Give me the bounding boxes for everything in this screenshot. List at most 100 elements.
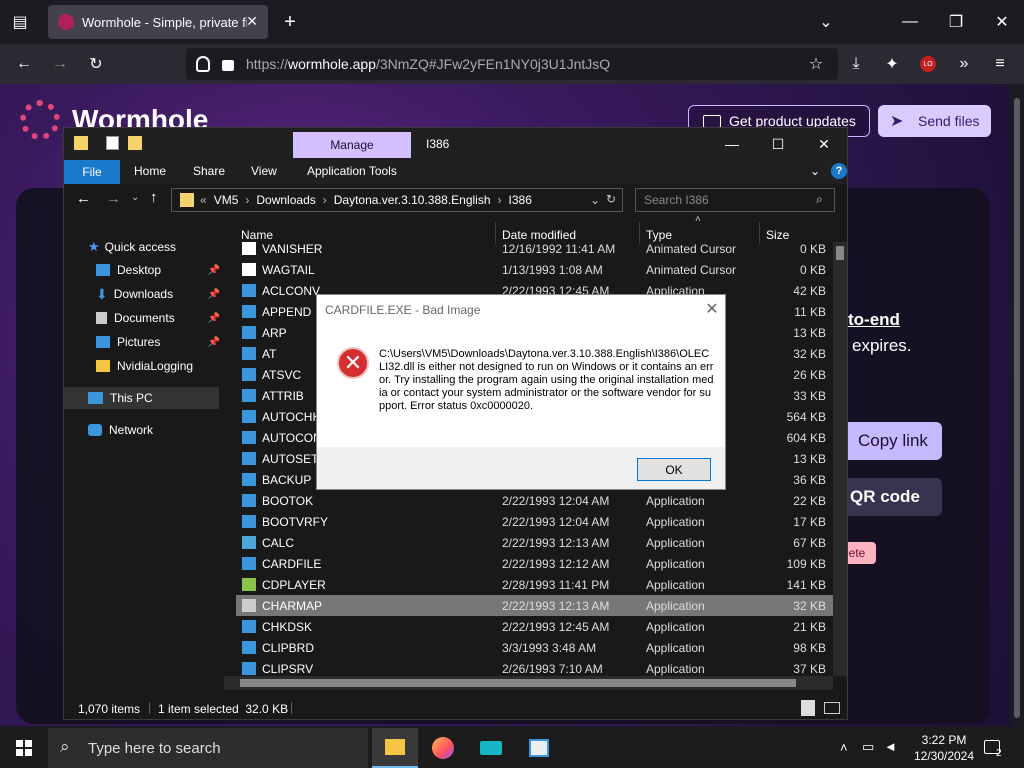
extensions-icon[interactable]: ✦	[878, 50, 906, 78]
charmap-icon	[242, 599, 256, 612]
nav-nvidialogging[interactable]: NvidiaLogging	[96, 355, 224, 377]
file-row[interactable]: BOOTOK 2/22/1993 12:04 AM Application 22 KB	[236, 490, 834, 511]
up-folder-icon[interactable]: ↑	[150, 189, 158, 206]
app-icon	[242, 431, 256, 444]
ribbon-tab-share[interactable]: Share	[193, 164, 225, 178]
back-icon[interactable]: ←	[10, 50, 38, 78]
new-tab-icon[interactable]: +	[276, 8, 304, 36]
app-menu-icon[interactable]: ≡	[986, 50, 1014, 78]
delete-button[interactable]: lete	[846, 542, 876, 564]
end-to-end-link[interactable]: to-end	[848, 310, 900, 330]
file-name: ATTRIB	[262, 389, 304, 403]
notifications-icon[interactable]: 2	[984, 736, 1008, 760]
large-icons-view-icon[interactable]	[824, 702, 840, 714]
qr-code-button[interactable]: QR code	[848, 478, 942, 516]
ribbon-tab-view[interactable]: View	[251, 164, 277, 178]
tray-show-hidden-icon[interactable]: ˄	[840, 740, 848, 755]
ok-button[interactable]: OK	[637, 458, 711, 481]
ribbon-tab-home[interactable]: Home	[134, 164, 166, 178]
file-row[interactable]: CHKDSK 2/22/1993 12:45 AM Application 21 KB	[236, 616, 834, 637]
browser-tab-active[interactable]: Wormhole - Simple, private file ✕	[48, 5, 268, 39]
tracking-protection-shield-icon[interactable]	[196, 56, 210, 72]
taskbar-app-cardfile[interactable]	[516, 728, 562, 768]
file-row[interactable]: CDPLAYER 2/28/1993 11:41 PM Application 141…	[236, 574, 834, 595]
recent-locations-chevron-icon[interactable]: ⌄	[131, 192, 139, 203]
tab-close-icon[interactable]: ✕	[246, 13, 258, 30]
breadcrumb-daytona[interactable]: Daytona.ver.3.10.388.English	[334, 193, 491, 207]
address-dropdown-icon[interactable]: ⌄	[590, 193, 600, 207]
lock-icon[interactable]	[222, 60, 234, 71]
dialog-close-icon[interactable]: ✕	[701, 299, 723, 319]
address-bar[interactable]: « VM5 › Downloads › Daytona.ver.3.10.388.E…	[171, 188, 623, 212]
explorer-maximize-icon[interactable]: ☐	[763, 134, 793, 154]
breadcrumb-overflow[interactable]: «	[200, 193, 207, 207]
explorer-forward-icon[interactable]: →	[106, 190, 121, 207]
ribbon-tab-application-tools[interactable]: Application Tools	[307, 164, 397, 178]
nav-quick-access[interactable]: ★ Quick access	[88, 236, 224, 258]
details-view-icon[interactable]	[801, 700, 815, 716]
bookmark-star-icon[interactable]: ☆	[802, 50, 830, 78]
nav-downloads[interactable]: ⬇ Downloads 📌	[96, 283, 224, 305]
desktop-icon	[96, 264, 110, 276]
close-window-icon[interactable]: ✕	[988, 8, 1016, 36]
send-files-label: Send files	[918, 113, 980, 129]
app-icon	[242, 368, 256, 381]
breadcrumb-downloads[interactable]: Downloads	[256, 193, 315, 207]
file-size: 604 KB	[786, 431, 826, 445]
explorer-search-input[interactable]: Search I386	[635, 188, 835, 212]
reload-icon[interactable]: ↻	[82, 50, 110, 78]
tab-title: Wormhole - Simple, private file	[82, 14, 247, 30]
breadcrumb-i386[interactable]: I386	[509, 193, 532, 207]
file-name: CDPLAYER	[262, 578, 326, 592]
page-scrollbar[interactable]	[1010, 84, 1024, 726]
help-icon[interactable]: ?	[831, 163, 847, 179]
tab-overflow-chevron-icon[interactable]: ⌄	[812, 8, 840, 36]
file-list-vertical-scrollbar[interactable]	[833, 242, 847, 676]
explorer-back-icon[interactable]: ←	[76, 190, 91, 207]
taskbar-search-box[interactable]: ⌕ Type here to search	[48, 728, 368, 768]
file-row[interactable]: CALC 2/22/1993 12:13 AM Application 67 KB	[236, 532, 834, 553]
taskbar-firefox[interactable]	[420, 728, 466, 768]
tab-list-icon[interactable]: ▤	[6, 8, 34, 36]
copy-link-button[interactable]: Copy link	[848, 422, 942, 460]
start-button[interactable]	[0, 728, 48, 768]
forward-icon[interactable]: →	[46, 50, 74, 78]
network-status-icon[interactable]: ▭	[862, 739, 874, 755]
ribbon-tab-file[interactable]: File	[64, 160, 120, 184]
nav-desktop[interactable]: Desktop 📌	[96, 259, 224, 281]
send-files-button[interactable]: ➤ Send files	[878, 105, 991, 137]
nav-documents[interactable]: Documents 📌	[96, 307, 224, 329]
pin-icon: 📌	[207, 312, 220, 324]
taskbar-app-keyboard[interactable]	[468, 728, 514, 768]
explorer-minimize-icon[interactable]: —	[717, 134, 747, 154]
address-refresh-icon[interactable]: ↻	[606, 192, 616, 206]
nav-pictures[interactable]: Pictures 📌	[96, 331, 224, 353]
nav-this-pc[interactable]: This PC	[64, 387, 219, 409]
explorer-close-icon[interactable]: ✕	[809, 134, 839, 154]
more-tools-icon[interactable]: »	[950, 50, 978, 78]
file-list-horizontal-scrollbar[interactable]	[224, 676, 833, 690]
downloads-icon[interactable]: ⤓	[842, 50, 870, 78]
file-row[interactable]: VANISHER 12/16/1992 11:41 AM Animated Curs…	[236, 238, 834, 259]
file-row[interactable]: CHARMAP 2/22/1993 12:13 AM Application 32 K…	[236, 595, 834, 616]
taskbar-file-explorer[interactable]	[372, 728, 418, 768]
ribbon-expand-chevron-icon[interactable]: ⌄	[810, 164, 820, 178]
properties-icon[interactable]	[106, 136, 119, 150]
explorer-search-icon[interactable]: ⌕	[816, 192, 823, 207]
new-folder-icon[interactable]	[128, 136, 142, 150]
file-row[interactable]: CLIPBRD 3/3/1993 3:48 AM Application 98 KB	[236, 637, 834, 658]
file-row[interactable]: BOOTVRFY 2/22/1993 12:04 AM Application 17 …	[236, 511, 834, 532]
taskbar-clock[interactable]: 3:22 PM 12/30/2024	[906, 732, 982, 764]
nav-network[interactable]: Network	[88, 419, 224, 441]
ublock-extension-icon[interactable]: LO	[920, 56, 936, 72]
url-bar[interactable]: https://wormhole.app/3NmZQ#JFw2yFEn1NY0j…	[186, 48, 838, 80]
breadcrumb-vm5[interactable]: VM5	[214, 193, 239, 207]
volume-muted-icon[interactable]: ◄	[884, 739, 897, 754]
manage-tab[interactable]: Manage	[293, 132, 411, 158]
file-row[interactable]: WAGTAIL 1/13/1993 1:08 AM Animated Cursor 0…	[236, 259, 834, 280]
file-name: ARP	[262, 326, 287, 340]
file-size: 67 KB	[793, 536, 826, 550]
minimize-icon[interactable]: —	[896, 8, 924, 36]
restore-icon[interactable]: ❐	[942, 8, 970, 36]
file-row[interactable]: CARDFILE 2/22/1993 12:12 AM Application 109…	[236, 553, 834, 574]
